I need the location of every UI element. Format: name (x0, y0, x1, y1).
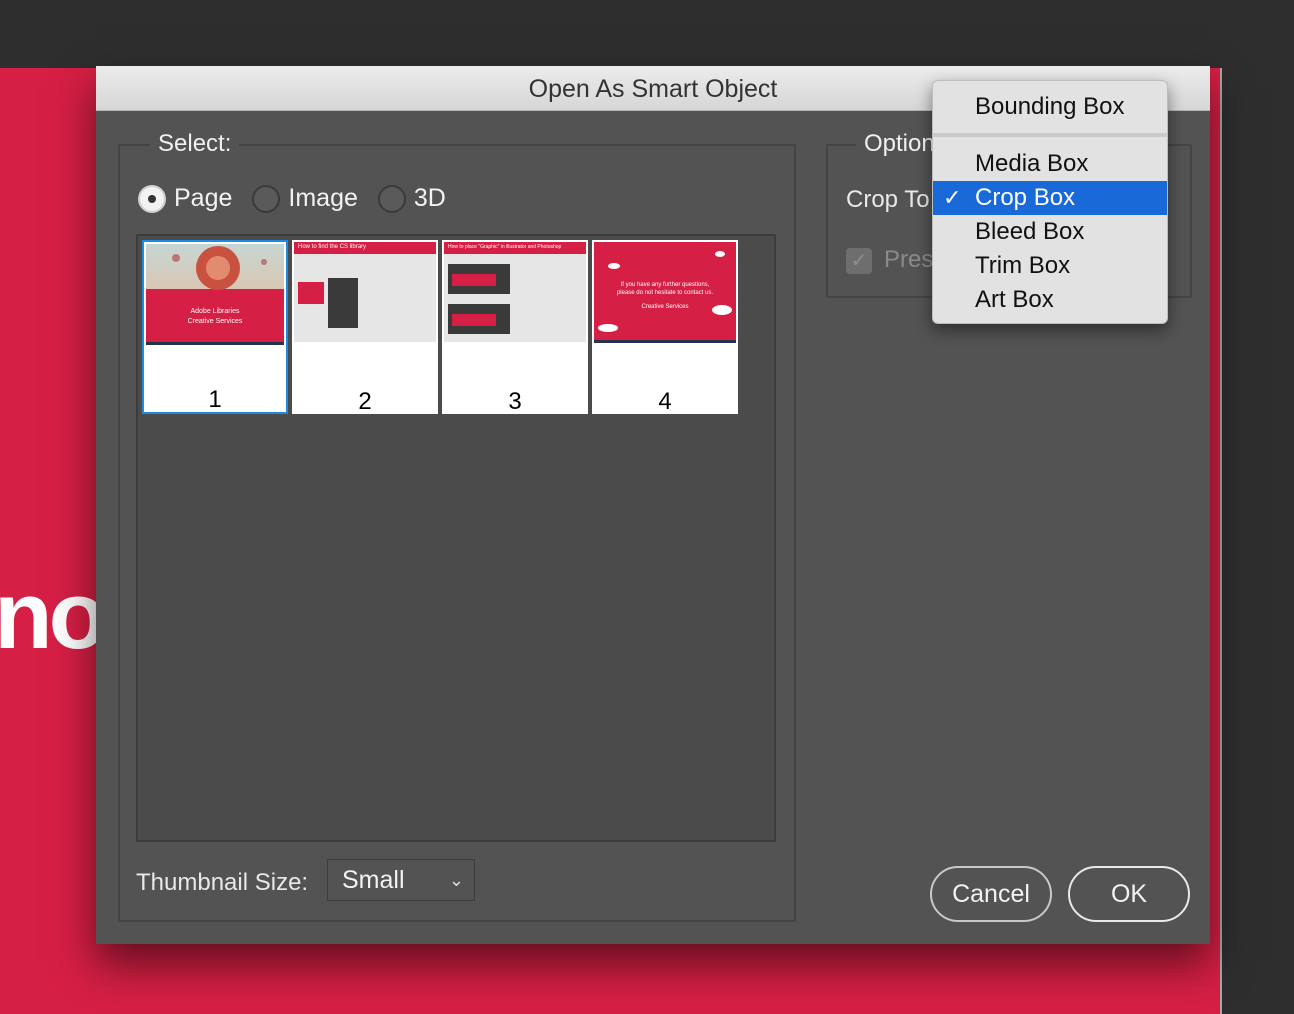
thumbnail-size-value: Small (342, 866, 405, 894)
options-legend: Option (856, 130, 943, 158)
page-number-1: 1 (208, 386, 222, 413)
slide-4-bar (594, 340, 736, 343)
slide-3-red-1 (452, 274, 496, 286)
image-radio-label[interactable]: Image (288, 184, 357, 213)
thumbnail-area[interactable]: Adobe Libraries Creative Services 1 How … (136, 234, 776, 842)
slide-2-block (298, 282, 324, 304)
menu-item-crop-box-label: Crop Box (975, 184, 1076, 211)
page-thumbnail-4[interactable]: If you have any further questions, pleas… (592, 240, 738, 415)
select-radio-row: Page Image 3D (138, 184, 458, 213)
page-thumbnail-2[interactable]: How to find the CS library 2 (292, 240, 438, 415)
thumbnail-size-label: Thumbnail Size: (136, 869, 309, 896)
chevron-down-icon: ⌄ (448, 870, 464, 890)
select-legend: Select: (150, 130, 240, 158)
3d-radio-label[interactable]: 3D (414, 184, 446, 213)
slide-preview-4: If you have any further questions, pleas… (594, 242, 736, 342)
page-radio-label[interactable]: Page (174, 184, 232, 213)
hot-air-balloon-image (172, 246, 267, 290)
slide-3-red-2 (452, 314, 496, 326)
menu-item-media-box[interactable]: Media Box (933, 147, 1167, 181)
menu-item-trim-box[interactable]: Trim Box (933, 249, 1167, 283)
slide-2-title: How to find the CS library (298, 244, 367, 250)
menu-item-bounding-box[interactable]: Bounding Box (933, 90, 1167, 124)
page-thumbnail-1[interactable]: Adobe Libraries Creative Services 1 (142, 240, 288, 414)
page-number-4: 4 (658, 388, 672, 415)
3d-radio[interactable] (377, 184, 406, 213)
background-partial-text: no (0, 562, 107, 669)
preserve-checkbox[interactable]: ✓ (846, 248, 872, 274)
menu-item-art-box[interactable]: Art Box (933, 283, 1167, 317)
page-number-2: 2 (358, 388, 372, 415)
page-thumbnail-3[interactable]: How to place "Graphic" in illustrator an… (442, 240, 588, 415)
slide-1-bar (146, 342, 284, 345)
checkmark-icon: ✓ (943, 185, 962, 210)
cancel-button[interactable]: Cancel (930, 866, 1052, 922)
image-radio[interactable] (252, 184, 281, 213)
crop-to-menu: Bounding Box Media Box ✓ Crop Box Bleed … (932, 80, 1168, 324)
thumbnail-size-select[interactable]: Small ⌄ (327, 859, 475, 901)
slide-1-line1: Adobe Libraries (190, 308, 240, 315)
page-radio[interactable] (138, 184, 166, 213)
slide-preview-3: How to place "Graphic" in illustrator an… (444, 242, 586, 342)
crop-to-label: Crop To (846, 186, 930, 213)
cloud-icon (598, 251, 732, 332)
ok-button[interactable]: OK (1068, 866, 1190, 922)
slide-2-panel (328, 278, 358, 328)
slide-1-line2: Creative Services (187, 318, 243, 325)
slide-3-title: How to place "Graphic" in illustrator an… (448, 244, 562, 250)
menu-item-bleed-box[interactable]: Bleed Box (933, 215, 1167, 249)
slide-preview-2: How to find the CS library (294, 242, 436, 342)
page-number-3: 3 (508, 388, 522, 415)
slide-preview-1 (146, 244, 284, 344)
menu-item-crop-box[interactable]: ✓ Crop Box (933, 181, 1167, 215)
menu-separator (933, 133, 1167, 137)
preserve-label: Pres (884, 246, 934, 273)
